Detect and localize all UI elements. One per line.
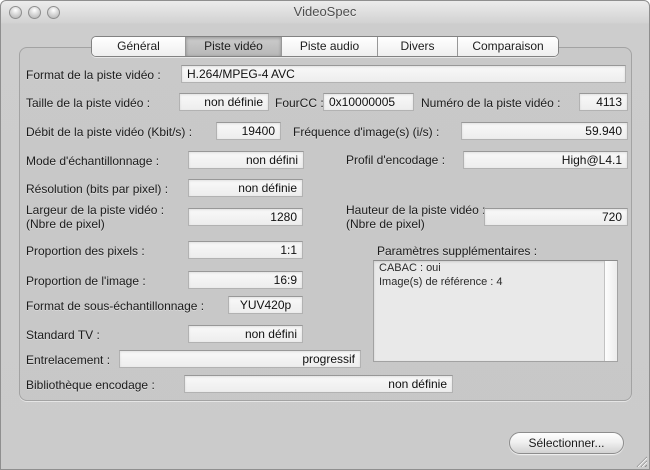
tab-piste-audio[interactable]: Piste audio (282, 37, 378, 56)
fourcc-label: FourCC : (275, 96, 324, 110)
proportion-pixels-label: Proportion des pixels : (26, 244, 145, 258)
largeur-label-line1: Largeur de la piste vidéo : (26, 203, 164, 217)
debit-field[interactable]: 19400 (216, 122, 281, 140)
resolution-label: Résolution (bits par pixel) : (26, 182, 168, 196)
tab-piste-video[interactable]: Piste vidéo (186, 37, 282, 56)
taille-field[interactable]: non définie (179, 93, 269, 111)
sous-echantillonnage-field[interactable]: YUV420p (228, 296, 303, 314)
numero-label: Numéro de la piste vidéo : (421, 96, 560, 110)
tab-comparaison[interactable]: Comparaison (458, 37, 558, 56)
mode-echantillonnage-label: Mode d'échantillonnage : (26, 154, 159, 168)
mode-echantillonnage-field[interactable]: non défini (188, 151, 304, 169)
scrollbar[interactable] (604, 261, 617, 361)
entrelacement-field[interactable]: progressif (119, 350, 361, 368)
largeur-label: Largeur de la piste vidéo :(Nbre de pixe… (26, 203, 164, 231)
bibliotheque-encodage-label: Bibliothèque encodage : (26, 378, 155, 392)
proportion-image-label: Proportion de l'image : (26, 274, 146, 288)
bibliotheque-encodage-field[interactable]: non définie (184, 375, 453, 393)
format-label: Format de la piste vidéo : (26, 68, 161, 82)
tab-divers[interactable]: Divers (378, 37, 458, 56)
taille-label: Taille de la piste vidéo : (26, 96, 150, 110)
entrelacement-label: Entrelacement : (26, 353, 110, 367)
title-bar[interactable]: VideoSpec (1, 1, 649, 23)
profil-encodage-field[interactable]: High@L4.1 (463, 151, 628, 169)
proportion-image-field[interactable]: 16:9 (188, 271, 303, 289)
hauteur-label-line1: Hauteur de la piste vidéo : (346, 203, 485, 217)
numero-field[interactable]: 4113 (579, 93, 628, 111)
resize-grip[interactable] (634, 454, 647, 467)
frequence-field[interactable]: 59.940 (461, 122, 628, 140)
largeur-field[interactable]: 1280 (188, 208, 303, 226)
tab-general[interactable]: Général (92, 37, 186, 56)
hauteur-label-line2: (Nbre de pixel) (346, 217, 425, 231)
fourcc-field[interactable]: 0x10000005 (323, 93, 414, 111)
profil-encodage-label: Profil d'encodage : (346, 153, 445, 167)
proportion-pixels-field[interactable]: 1:1 (188, 241, 303, 259)
parametres-supplementaires-textarea[interactable]: CABAC : oui Image(s) de référence : 4 (373, 260, 618, 362)
format-field[interactable]: H.264/MPEG-4 AVC (181, 65, 626, 83)
hauteur-field[interactable]: 720 (484, 208, 628, 226)
resolution-field[interactable]: non définie (188, 179, 303, 197)
sous-echantillonnage-label: Format de sous-échantillonnage : (26, 299, 204, 313)
debit-label: Débit de la piste vidéo (Kbit/s) : (26, 125, 192, 139)
param-line-reference: Image(s) de référence : 4 (374, 275, 617, 289)
standard-tv-label: Standard TV : (26, 328, 100, 342)
param-line-cabac: CABAC : oui (374, 261, 617, 275)
videospec-window: VideoSpec Général Piste vidéo Piste audi… (0, 0, 650, 470)
largeur-label-line2: (Nbre de pixel) (26, 217, 105, 231)
frequence-label: Fréquence d'image(s) (i/s) : (293, 125, 439, 139)
hauteur-label: Hauteur de la piste vidéo :(Nbre de pixe… (346, 203, 485, 231)
window-title: VideoSpec (1, 1, 649, 23)
parametres-supplementaires-label: Paramètres supplémentaires : (377, 244, 537, 258)
standard-tv-field[interactable]: non défini (188, 325, 303, 343)
tab-bar: Général Piste vidéo Piste audio Divers C… (91, 36, 559, 57)
selectionner-button[interactable]: Sélectionner... (509, 432, 624, 454)
